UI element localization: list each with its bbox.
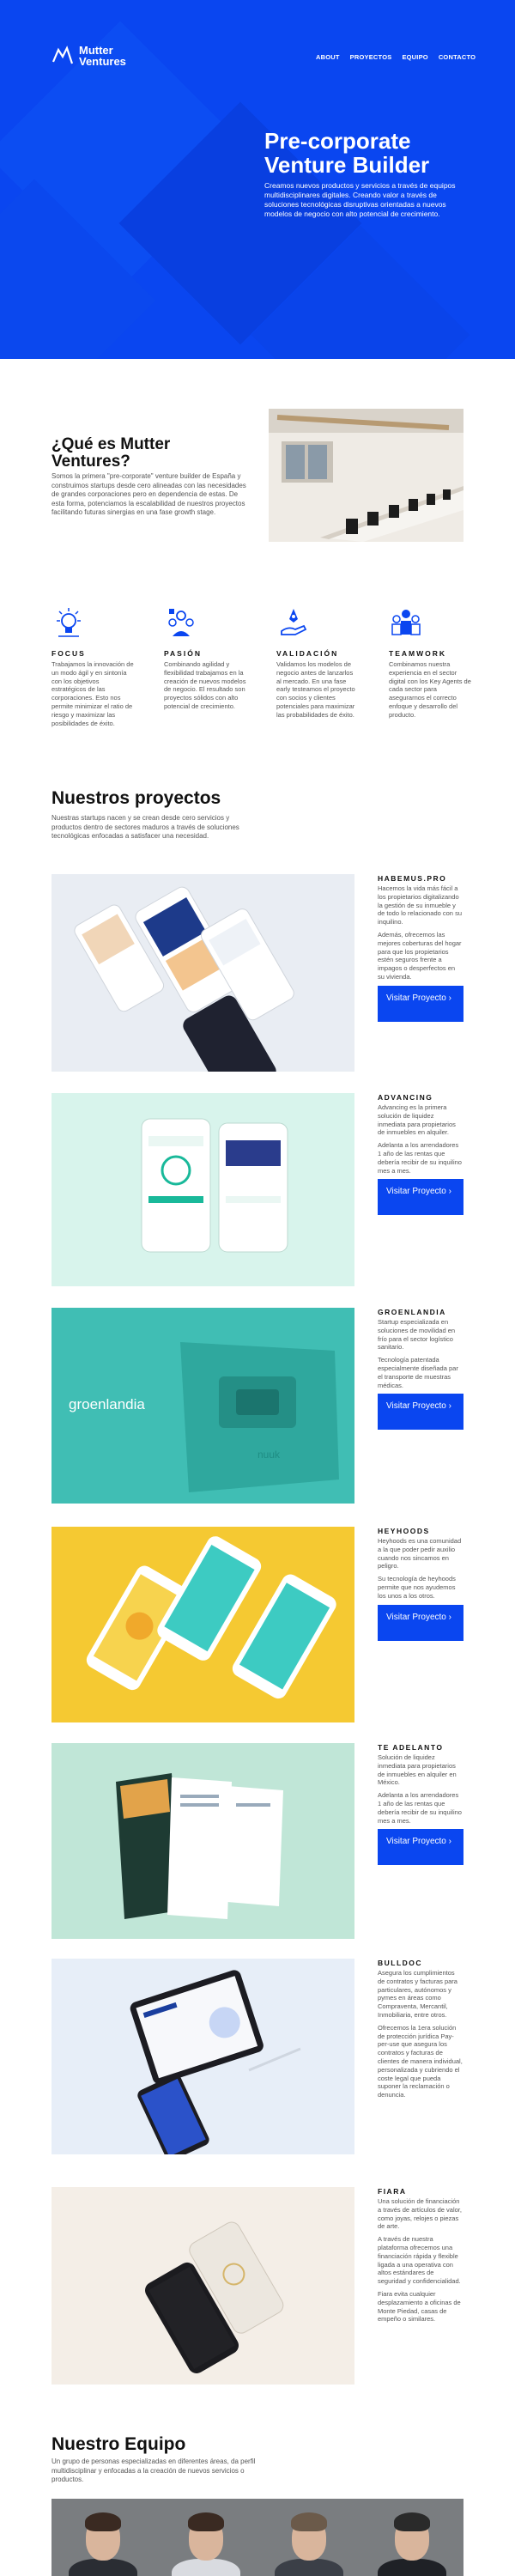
team-title: Nuestro Equipo <box>52 2434 186 2454</box>
project-info: TE ADELANTO Solución de liquidez inmedia… <box>378 1743 464 1866</box>
project-name: BULLDOC <box>378 1959 423 1967</box>
projects-subtitle: Nuestras startups nacen y se crean desde… <box>52 814 239 840</box>
project-image <box>52 874 354 1072</box>
groenlandia-logo: groenlandia <box>69 1396 145 1413</box>
phones-mockup <box>52 1527 354 1722</box>
project-desc: Adelanta a los arrendadores 1 año de las… <box>378 1791 462 1825</box>
project-desc: Solución de liquidez inmediata para prop… <box>378 1753 457 1787</box>
visit-project-button[interactable]: Visitar Proyecto › <box>378 1394 464 1431</box>
project-image: nuuk groenlandia <box>52 1308 354 1504</box>
project-desc: Tecnología patentada especialmente diseñ… <box>378 1356 458 1389</box>
value-title: VALIDACIÓN <box>276 649 339 658</box>
value-title: TEAMWORK <box>389 649 446 658</box>
team-member-photo <box>52 2499 154 2576</box>
project-desc: Adelanta a los arrendadores 1 año de las… <box>378 1141 462 1175</box>
hand-rocket-icon <box>281 609 307 635</box>
project-info: GROENLANDIA Startup especializada en sol… <box>378 1308 464 1431</box>
values-row: FOCUS Trabajamos la innovación de un mod… <box>52 605 472 727</box>
group-icon <box>391 610 421 635</box>
value-validacion: VALIDACIÓN Validamos los modelos de nego… <box>276 605 360 727</box>
office-image <box>269 409 464 542</box>
nav-about[interactable]: ABOUT <box>316 53 340 61</box>
value-pasion: PASIÓN Combinando agilidad y flexibilida… <box>164 605 247 727</box>
project-image <box>52 2187 354 2385</box>
hero-section: Mutter Ventures ABOUT PROYECTOS EQUIPO C… <box>0 0 515 359</box>
project-info: HABEMUS.PRO Hacemos la vida más fácil a … <box>378 874 464 1022</box>
project-name: TE ADELANTO <box>378 1743 444 1752</box>
brand-name: Mutter Ventures <box>79 45 126 67</box>
project-advancing: ADVANCING Advancing es la primera soluci… <box>52 1093 464 1286</box>
visit-project-button[interactable]: Visitar Proyecto › <box>378 985 464 1022</box>
nav-equipo[interactable]: EQUIPO <box>402 53 427 61</box>
main-nav: ABOUT PROYECTOS EQUIPO CONTACTO <box>316 53 476 61</box>
project-desc: Ofrecemos la 1era solución de protección… <box>378 2023 463 2099</box>
project-bulldoc: BULLDOC Asegura los cumplimientos de con… <box>52 1959 464 2154</box>
team-subtitle: Un grupo de personas especializadas en d… <box>52 2458 256 2483</box>
project-desc: Heyhoods es una comunidad a la que poder… <box>378 1537 462 1571</box>
project-name: HABEMUS.PRO <box>378 874 447 883</box>
office-illustration <box>269 409 464 542</box>
idea-icon <box>57 608 81 637</box>
about-text: Somos la primera "pre-corporate" venture… <box>52 472 246 516</box>
about-title: ¿Qué es Mutter Ventures? <box>52 435 171 471</box>
value-title: FOCUS <box>52 649 86 658</box>
project-image <box>52 1093 354 1286</box>
project-heyhoods: HEYHOODS Heyhoods es una comunidad a la … <box>52 1527 464 1722</box>
phones-mockup <box>52 1093 354 1286</box>
project-desc: Además, ofrecemos las mejores coberturas… <box>378 930 462 981</box>
hero-title: Pre-corporate Venture Builder <box>264 128 430 178</box>
project-fiara: FIARA Una solución de financiación a tra… <box>52 2187 464 2385</box>
team-member-photo <box>360 2499 464 2576</box>
nav-proyectos[interactable]: PROYECTOS <box>350 53 392 61</box>
project-desc: Asegura los cumplimientos de contratos y… <box>378 1969 457 2019</box>
project-desc: Hacemos la vida más fácil a los propieta… <box>378 884 462 927</box>
device-label: nuuk <box>258 1449 281 1461</box>
project-image <box>52 1959 354 2154</box>
brochures-mockup <box>52 1743 354 1939</box>
value-text: Validamos los modelos de negocio antes d… <box>276 660 355 719</box>
team-badge-icon <box>168 609 194 636</box>
cooler-box-image: nuuk groenlandia <box>52 1308 354 1504</box>
project-desc: Fiara evita cualquier desplazamiento a o… <box>378 2289 461 2324</box>
project-habemus: HABEMUS.PRO Hacemos la vida más fácil a … <box>52 874 464 1072</box>
tablet-mockup <box>52 1959 354 2154</box>
value-title: PASIÓN <box>164 649 202 658</box>
nav-contacto[interactable]: CONTACTO <box>439 53 476 61</box>
team-member-photo <box>258 2499 360 2576</box>
team-member-photo <box>154 2499 258 2576</box>
project-te-adelanto: TE ADELANTO Solución de liquidez inmedia… <box>52 1743 464 1939</box>
project-desc: Su tecnología de heyhoods permite que no… <box>378 1575 456 1600</box>
phones-mockup <box>52 2187 354 2385</box>
visit-project-button[interactable]: Visitar Proyecto › <box>378 1604 464 1641</box>
brand-logo[interactable]: Mutter Ventures <box>52 45 126 67</box>
brand-line2: Ventures <box>79 55 126 68</box>
project-desc: A través de nuestra plataforma ofrecemos… <box>378 2235 461 2286</box>
value-teamwork: TEAMWORK Combinamos nuestra experiencia … <box>389 605 472 727</box>
project-desc: Startup especializada en soluciones de m… <box>378 1318 456 1352</box>
team-photos <box>52 2499 464 2576</box>
project-info: ADVANCING Advancing es la primera soluci… <box>378 1093 464 1216</box>
project-desc: Advancing es la primera solución de liqu… <box>378 1103 456 1137</box>
project-name: ADVANCING <box>378 1093 433 1102</box>
project-info: FIARA Una solución de financiación a tra… <box>378 2187 464 2328</box>
project-info: BULLDOC Asegura los cumplimientos de con… <box>378 1959 464 2104</box>
project-name: FIARA <box>378 2187 407 2196</box>
logo-mark-icon <box>52 46 74 64</box>
value-text: Trabajamos la innovación de un modo ágil… <box>52 660 134 727</box>
project-desc: Una solución de financiación a través de… <box>378 2197 462 2231</box>
visit-project-button[interactable]: Visitar Proyecto › <box>378 1179 464 1216</box>
project-info: HEYHOODS Heyhoods es una comunidad a la … <box>378 1527 464 1641</box>
value-text: Combinando agilidad y flexibilidad traba… <box>164 660 246 710</box>
project-groenlandia: nuuk groenlandia GROENLANDIA Startup esp… <box>52 1308 464 1504</box>
project-name: GROENLANDIA <box>378 1308 446 1316</box>
hero-text: Creamos nuevos productos y servicios a t… <box>264 181 456 218</box>
phones-mockup <box>52 874 354 1072</box>
value-focus: FOCUS Trabajamos la innovación de un mod… <box>52 605 135 727</box>
visit-project-button[interactable]: Visitar Proyecto › <box>378 1829 464 1866</box>
project-name: HEYHOODS <box>378 1527 430 1535</box>
projects-title: Nuestros proyectos <box>52 788 221 808</box>
project-image <box>52 1527 354 1722</box>
value-text: Combinamos nuestra experiencia en el sec… <box>389 660 471 719</box>
project-image <box>52 1743 354 1939</box>
